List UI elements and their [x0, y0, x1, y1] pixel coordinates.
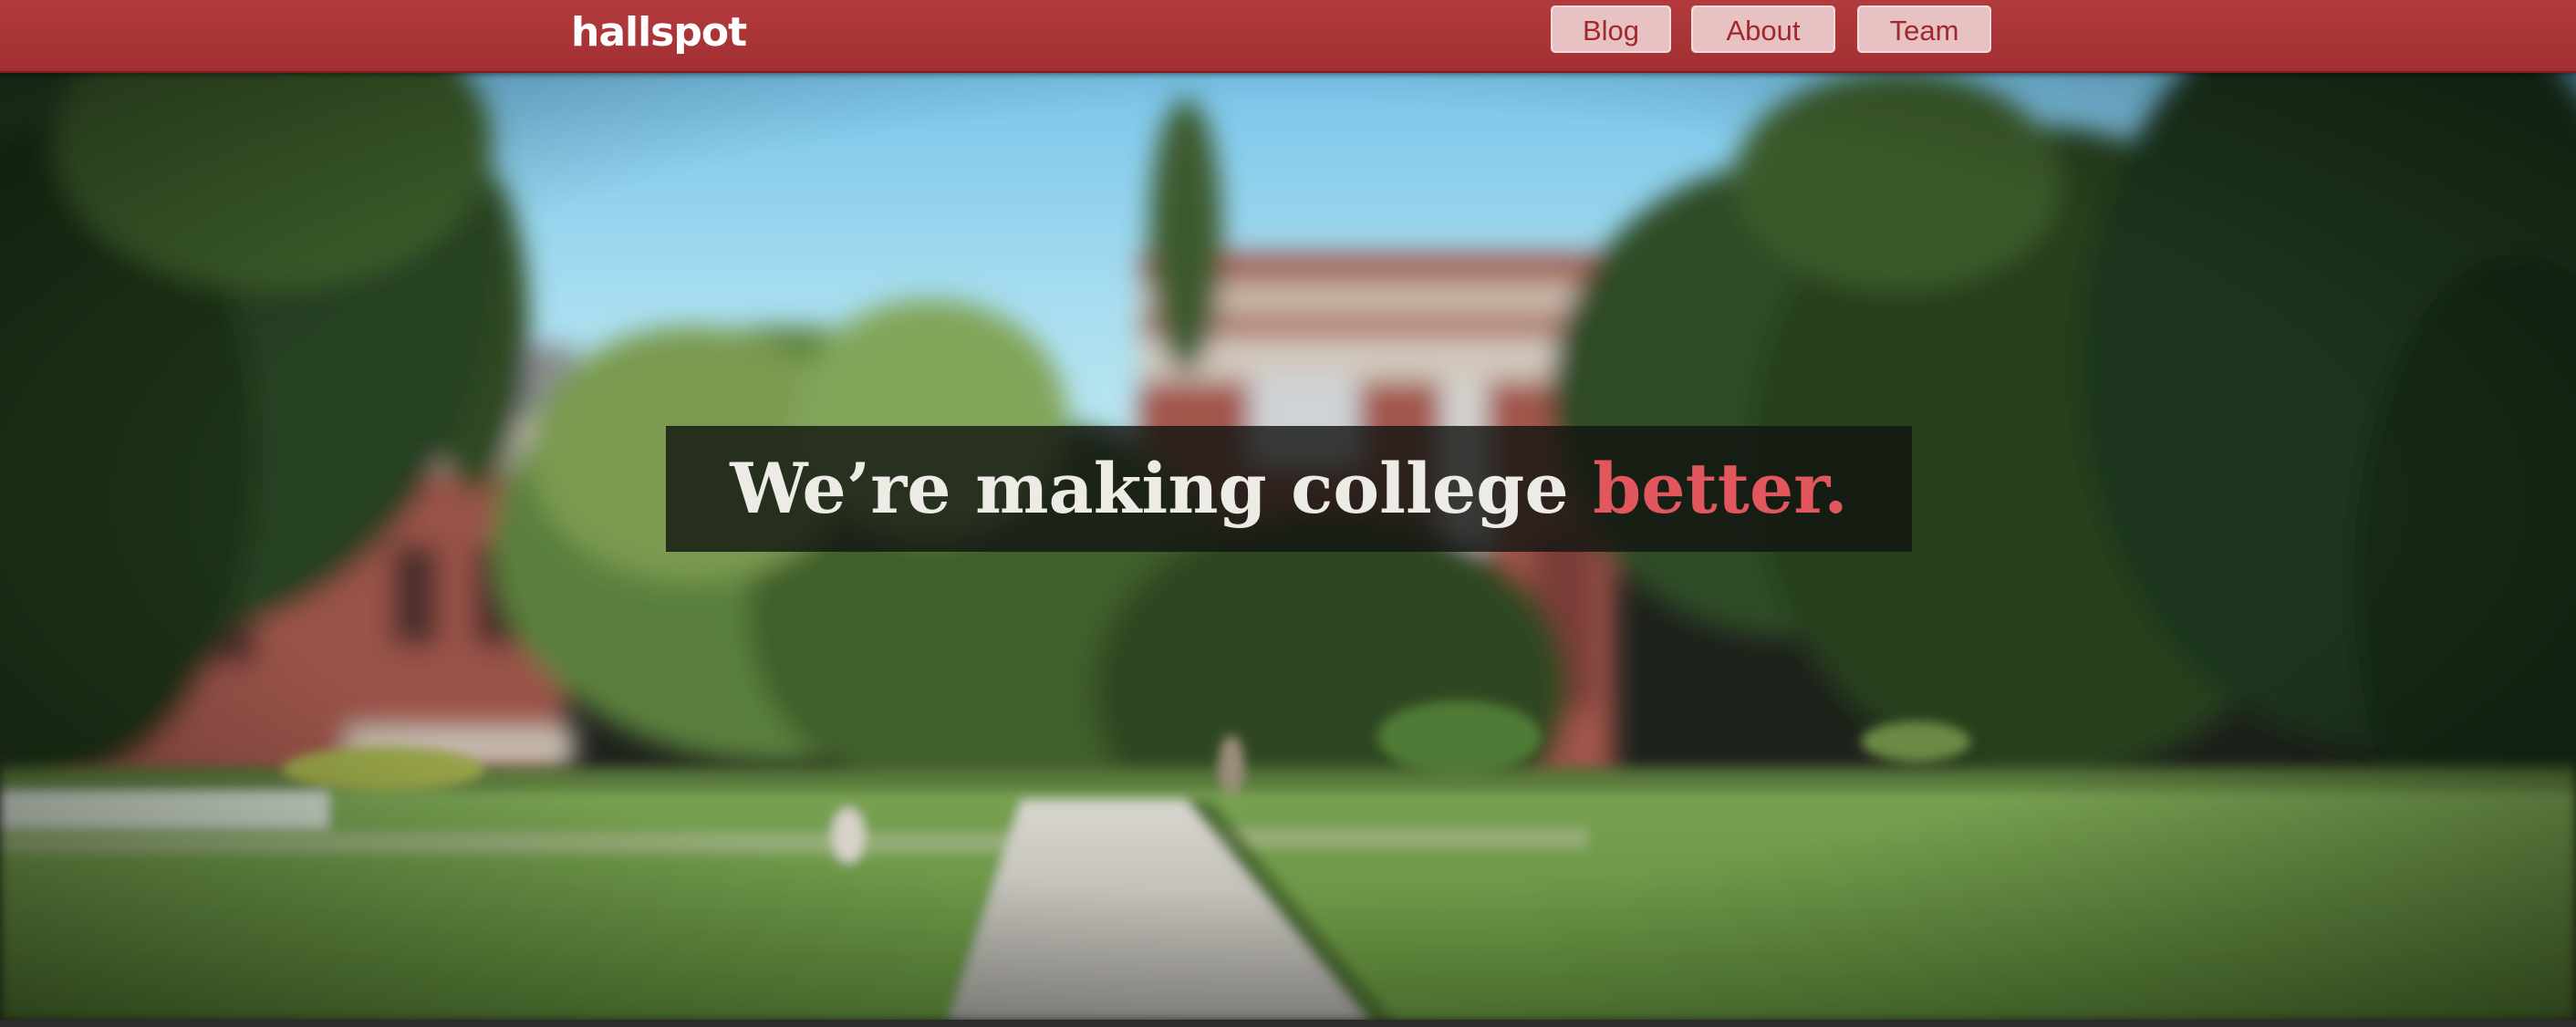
top-navbar: hallspot Blog About Team: [0, 0, 2576, 73]
hero-headline-box: We’re making college better.: [666, 426, 1912, 552]
headline-main-text: We’re making college: [730, 448, 1594, 529]
hallspot-logo[interactable]: hallspot: [571, 5, 747, 60]
bottom-edge: [0, 1020, 2576, 1027]
nav-blog-button[interactable]: Blog: [1551, 5, 1671, 53]
page: hallspot Blog About Team We’re making co…: [0, 0, 2576, 1027]
headline-accent-text: better.: [1593, 448, 1848, 529]
nav-team-button[interactable]: Team: [1857, 5, 1991, 53]
nav-about-button[interactable]: About: [1691, 5, 1835, 53]
hero-headline: We’re making college better.: [666, 426, 1912, 552]
